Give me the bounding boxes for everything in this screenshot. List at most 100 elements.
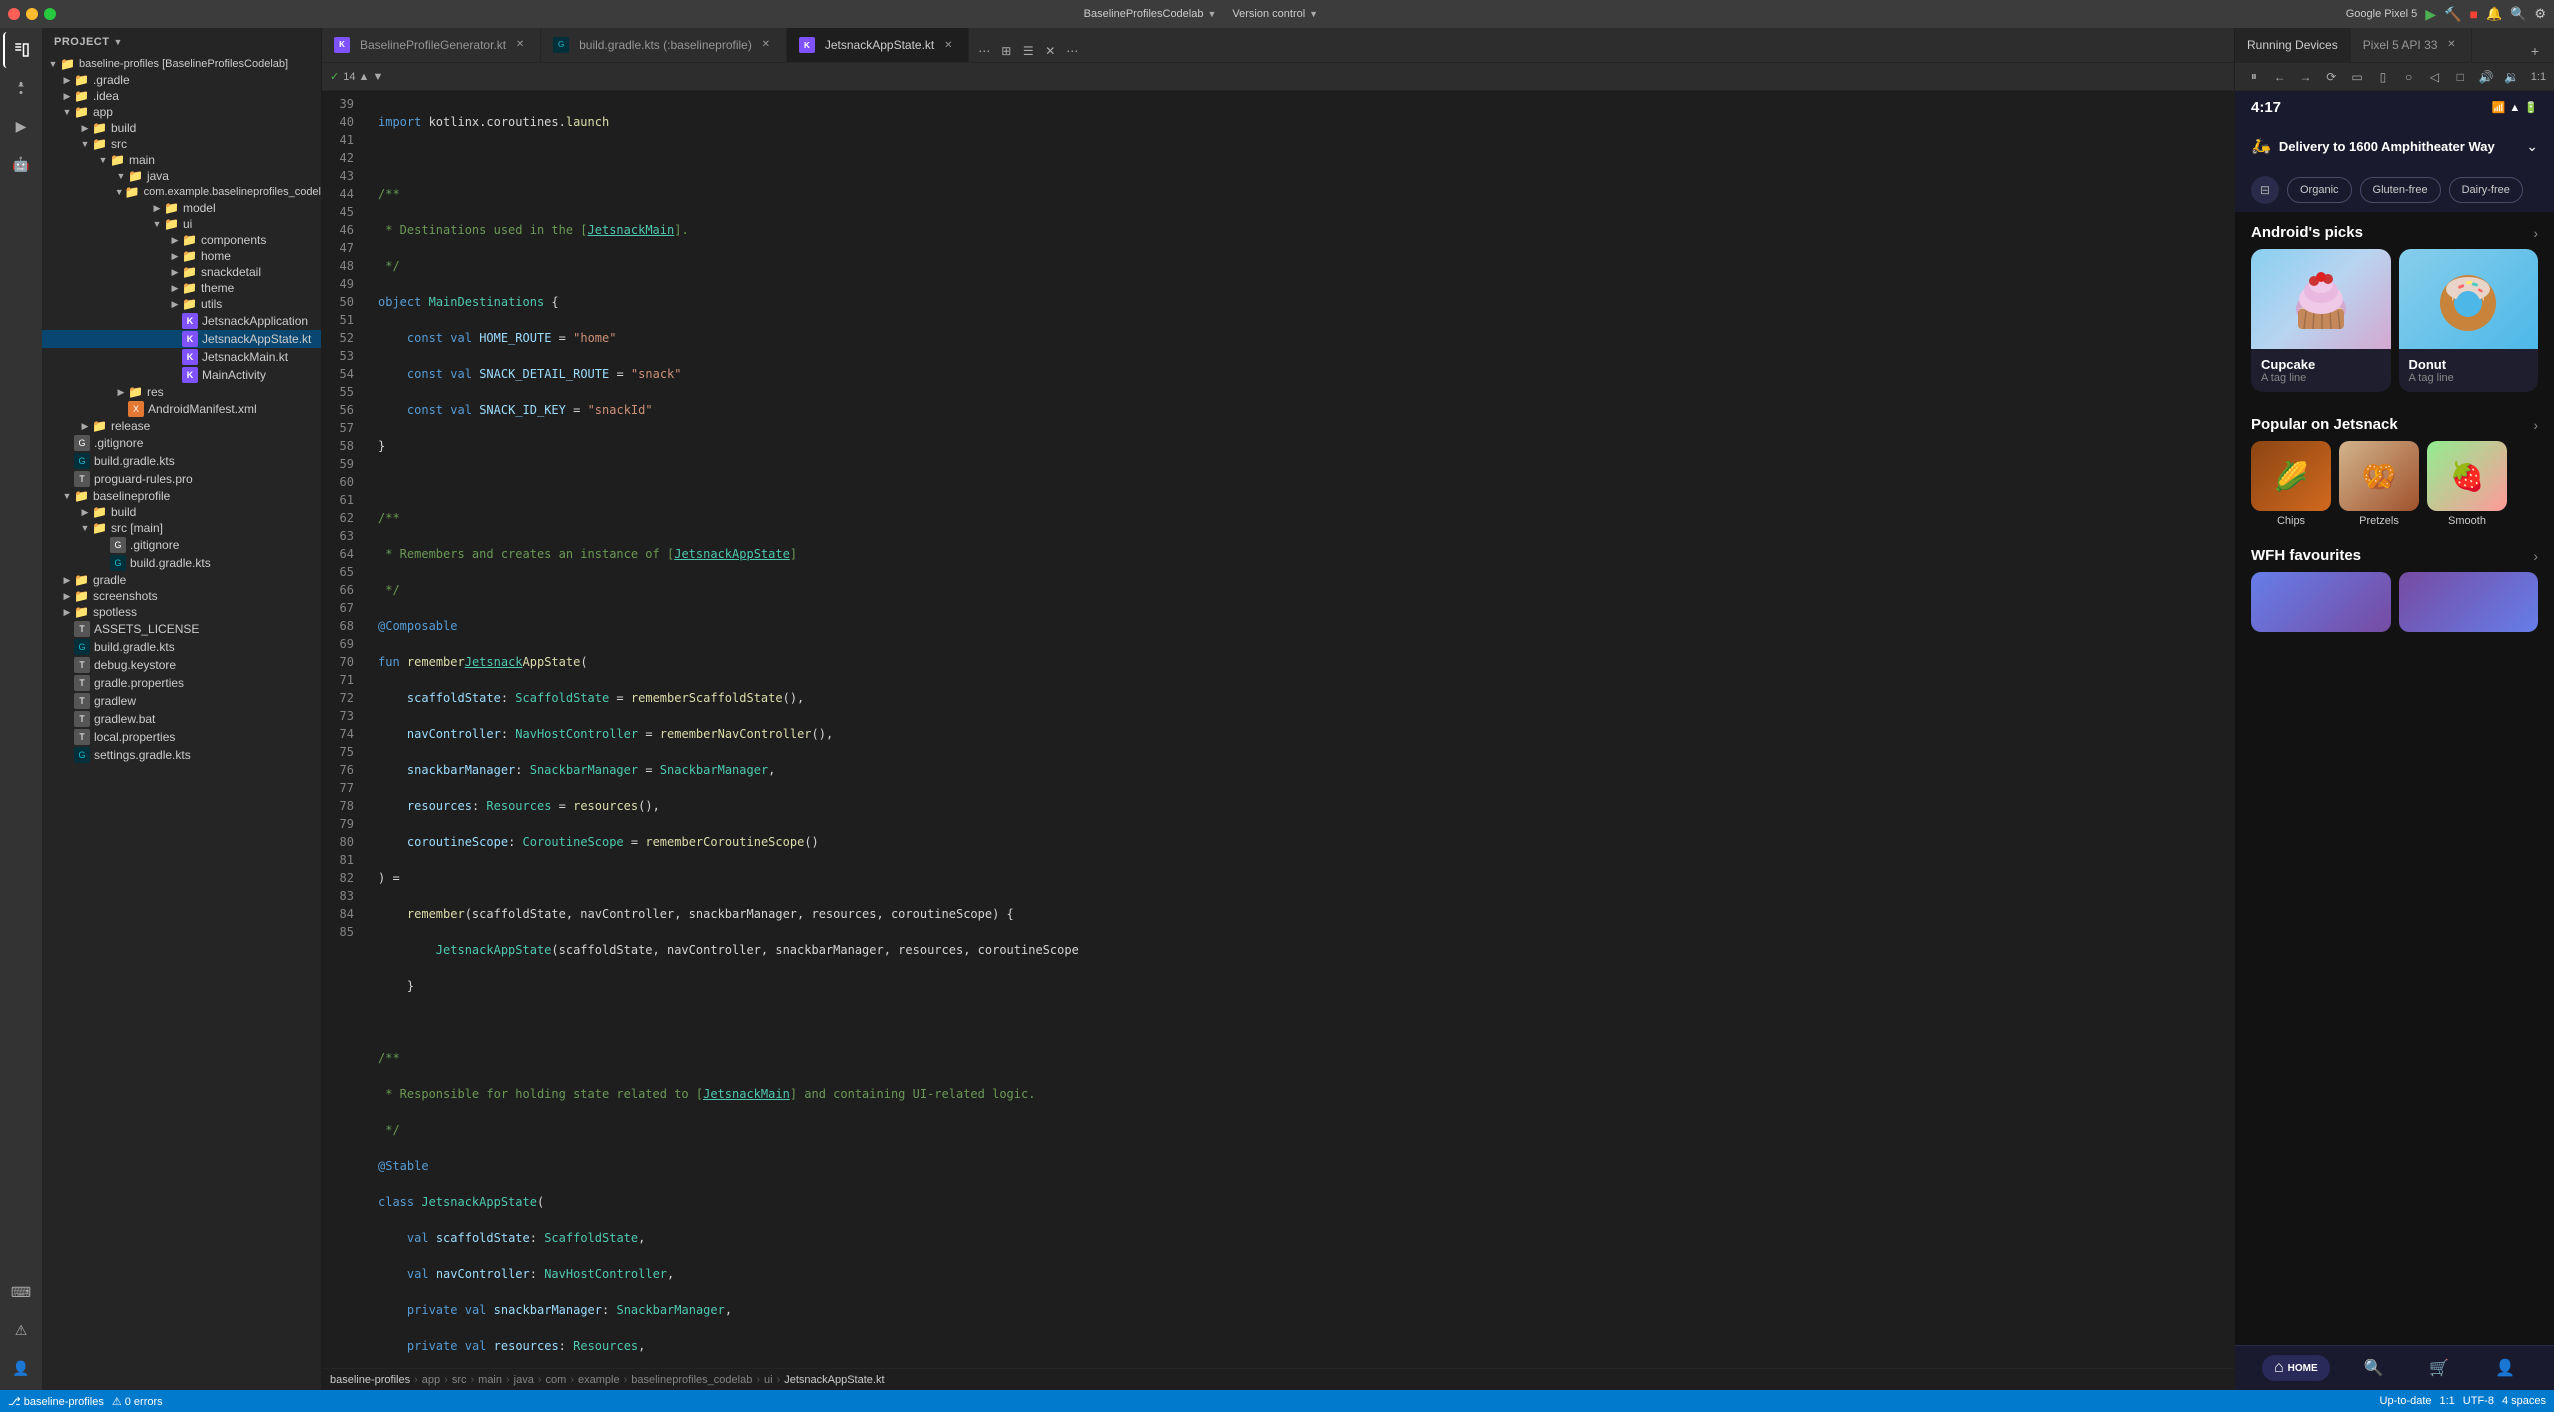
tree-item-mainactivity[interactable]: ▶ K MainActivity bbox=[42, 366, 321, 384]
code-editor[interactable]: 3940414243 4445464748 4950515253 5455565… bbox=[322, 91, 2234, 1368]
tree-item-gradle-folder[interactable]: ▶ 📁 gradle bbox=[42, 572, 321, 588]
rotate-btn[interactable]: ⟳ bbox=[2320, 66, 2342, 88]
tree-item-root-gradle[interactable]: ▶ G build.gradle.kts bbox=[42, 638, 321, 656]
close-button[interactable] bbox=[8, 8, 20, 20]
vol-down-btn[interactable]: 🔉 bbox=[2501, 66, 2523, 88]
tree-item-gradle[interactable]: ▶ 📁 .gradle bbox=[42, 72, 321, 88]
wfh-arrow-icon[interactable]: › bbox=[2533, 548, 2538, 564]
breadcrumb-item[interactable]: baseline-profiles bbox=[330, 1374, 410, 1386]
tree-item-localprops[interactable]: ▶ T local.properties bbox=[42, 728, 321, 746]
terminal-icon[interactable]: ⌨ bbox=[3, 1274, 39, 1310]
landscape-btn[interactable]: ▯ bbox=[2372, 66, 2394, 88]
run-icon[interactable]: ▶ bbox=[3, 108, 39, 144]
portrait-btn[interactable]: ▭ bbox=[2346, 66, 2368, 88]
breadcrumb-item[interactable]: java bbox=[514, 1374, 534, 1386]
tree-item-buildgradle[interactable]: ▶ G build.gradle.kts bbox=[42, 452, 321, 470]
code-content[interactable]: import kotlinx.coroutines.launch /** * D… bbox=[362, 91, 2234, 1368]
tree-item-gradleprops[interactable]: ▶ T gradle.properties bbox=[42, 674, 321, 692]
profile-icon[interactable]: 👤 bbox=[3, 1350, 39, 1386]
tree-item-snackdetail[interactable]: ▶ 📁 snackdetail bbox=[42, 264, 321, 280]
tab-overflow-btn[interactable]: ⋯ bbox=[973, 40, 995, 62]
forward-btn[interactable]: → bbox=[2295, 66, 2317, 88]
tree-item-gradlew[interactable]: ▶ T gradlew bbox=[42, 692, 321, 710]
tree-item-assets[interactable]: ▶ T ASSETS_LICENSE bbox=[42, 620, 321, 638]
vc-dropdown-icon[interactable]: ▼ bbox=[1309, 9, 1318, 19]
tree-item-jetsnackapplication[interactable]: ▶ K JetsnackApplication bbox=[42, 312, 321, 330]
explorer-icon[interactable] bbox=[3, 32, 39, 68]
breadcrumb-item[interactable]: src bbox=[452, 1374, 467, 1386]
wfh-card-2[interactable] bbox=[2399, 572, 2539, 632]
tree-item-main[interactable]: ▼ 📁 main bbox=[42, 152, 321, 168]
cupcake-card[interactable]: Cupcake A tag line bbox=[2251, 249, 2391, 392]
breadcrumb-item[interactable]: app bbox=[422, 1374, 440, 1386]
tree-item-release[interactable]: ▶ 📁 release bbox=[42, 418, 321, 434]
breadcrumb-item[interactable]: baselineprofiles_codelab bbox=[631, 1374, 752, 1386]
split-editor-btn[interactable]: ⊞ bbox=[995, 40, 1017, 62]
filter-icon[interactable]: ⊟ bbox=[2251, 176, 2279, 204]
tree-item-baselineprofile[interactable]: ▼ 📁 baselineprofile bbox=[42, 488, 321, 504]
tree-item-build[interactable]: ▶ 📁 build bbox=[42, 120, 321, 136]
tree-item-components[interactable]: ▶ 📁 components bbox=[42, 232, 321, 248]
delivery-expand-icon[interactable]: ⌄ bbox=[2526, 138, 2538, 155]
donut-card[interactable]: Donut A tag line bbox=[2399, 249, 2539, 392]
tab-jetsnackappstate[interactable]: K JetsnackAppState.kt ✕ bbox=[787, 28, 969, 62]
filter-gluten-free[interactable]: Gluten-free bbox=[2360, 177, 2441, 203]
minimize-button[interactable] bbox=[26, 8, 38, 20]
toggle-btn[interactable]: ☰ bbox=[1017, 40, 1039, 62]
tree-root[interactable]: ▼ 📁 baseline-profiles [BaselineProfilesC… bbox=[42, 56, 321, 72]
tree-item-jetsnackappstate[interactable]: ▶ K JetsnackAppState.kt bbox=[42, 330, 321, 348]
tree-item-gitignore[interactable]: ▶ G .gitignore bbox=[42, 434, 321, 452]
android-icon[interactable]: 🤖 bbox=[3, 146, 39, 182]
notification-icon[interactable]: 🔔 bbox=[2486, 6, 2502, 22]
nav-cart-btn[interactable]: 🛒 bbox=[2417, 1354, 2461, 1382]
breadcrumb-item[interactable]: JetsnackAppState.kt bbox=[784, 1374, 884, 1386]
settings-icon[interactable]: ⚙ bbox=[2534, 6, 2546, 22]
maximize-button[interactable] bbox=[44, 8, 56, 20]
project-dropdown-icon[interactable]: ▼ bbox=[113, 37, 122, 47]
filter-organic[interactable]: Organic bbox=[2287, 177, 2352, 203]
breadcrumb-item[interactable]: example bbox=[578, 1374, 620, 1386]
breadcrumb-item[interactable]: ui bbox=[764, 1374, 773, 1386]
smoothie-item[interactable]: 🍓 Smooth bbox=[2427, 441, 2507, 527]
tab-running-devices[interactable]: Running Devices bbox=[2235, 28, 2351, 62]
stop-button[interactable]: ■ bbox=[2470, 6, 2478, 22]
problems-icon[interactable]: ⚠ bbox=[3, 1312, 39, 1348]
project-title[interactable]: BaselineProfilesCodelab ▼ bbox=[1084, 8, 1217, 20]
nav-profile-btn[interactable]: 👤 bbox=[2483, 1354, 2527, 1382]
breadcrumb-item[interactable]: com bbox=[546, 1374, 567, 1386]
tree-item-spotless[interactable]: ▶ 📁 spotless bbox=[42, 604, 321, 620]
tree-item-manifest[interactable]: ▶ X AndroidManifest.xml bbox=[42, 400, 321, 418]
vol-up-btn[interactable]: 🔊 bbox=[2475, 66, 2497, 88]
tree-item-ui[interactable]: ▼ 📁 ui bbox=[42, 216, 321, 232]
tab-pixel[interactable]: Pixel 5 API 33 ✕ bbox=[2351, 28, 2473, 62]
tree-item-bp-gradle[interactable]: ▶ G build.gradle.kts bbox=[42, 554, 321, 572]
tab-close-icon[interactable]: ✕ bbox=[940, 37, 956, 53]
popular-arrow-icon[interactable]: › bbox=[2533, 417, 2538, 433]
tab-baselineprofilegenerator[interactable]: K BaselineProfileGenerator.kt ✕ bbox=[322, 28, 541, 62]
back-btn[interactable]: ← bbox=[2269, 66, 2291, 88]
tree-item-java[interactable]: ▼ 📁 java bbox=[42, 168, 321, 184]
nav-search-btn[interactable]: 🔍 bbox=[2352, 1354, 2396, 1382]
run-button[interactable]: ▶ bbox=[2425, 6, 2436, 23]
more-btn[interactable]: ⋯ bbox=[1061, 40, 1083, 62]
wfh-card-1[interactable] bbox=[2251, 572, 2391, 632]
tree-item-proguard[interactable]: ▶ T proguard-rules.pro bbox=[42, 470, 321, 488]
pretzels-item[interactable]: 🥨 Pretzels bbox=[2339, 441, 2419, 527]
tree-item-gradlewbat[interactable]: ▶ T gradlew.bat bbox=[42, 710, 321, 728]
back-nav-btn[interactable]: ◁ bbox=[2424, 66, 2446, 88]
tab-close-icon[interactable]: ✕ bbox=[758, 37, 774, 53]
tree-item-bp-gitignore[interactable]: ▶ G .gitignore bbox=[42, 536, 321, 554]
home-nav-btn[interactable]: ○ bbox=[2398, 66, 2420, 88]
tree-item-model[interactable]: ▶ 📁 model bbox=[42, 200, 321, 216]
menu-btn[interactable]: □ bbox=[2449, 66, 2471, 88]
nav-home-btn[interactable]: ⌂ HOME bbox=[2262, 1355, 2330, 1381]
add-device-btn[interactable]: + bbox=[2524, 40, 2546, 62]
tree-item-screenshots[interactable]: ▶ 📁 screenshots bbox=[42, 588, 321, 604]
tree-item-package[interactable]: ▼ 📁 com.example.baselineprofiles_codel bbox=[42, 184, 321, 200]
git-branch[interactable]: ⎇ baseline-profiles bbox=[8, 1395, 104, 1408]
tab-buildgradle[interactable]: G build.gradle.kts (:baselineprofile) ✕ bbox=[541, 28, 787, 62]
section-arrow-icon[interactable]: › bbox=[2533, 225, 2538, 241]
tab-close-icon[interactable]: ✕ bbox=[512, 37, 528, 53]
tree-item-idea[interactable]: ▶ 📁 .idea bbox=[42, 88, 321, 104]
chips-item[interactable]: 🌽 Chips bbox=[2251, 441, 2331, 527]
